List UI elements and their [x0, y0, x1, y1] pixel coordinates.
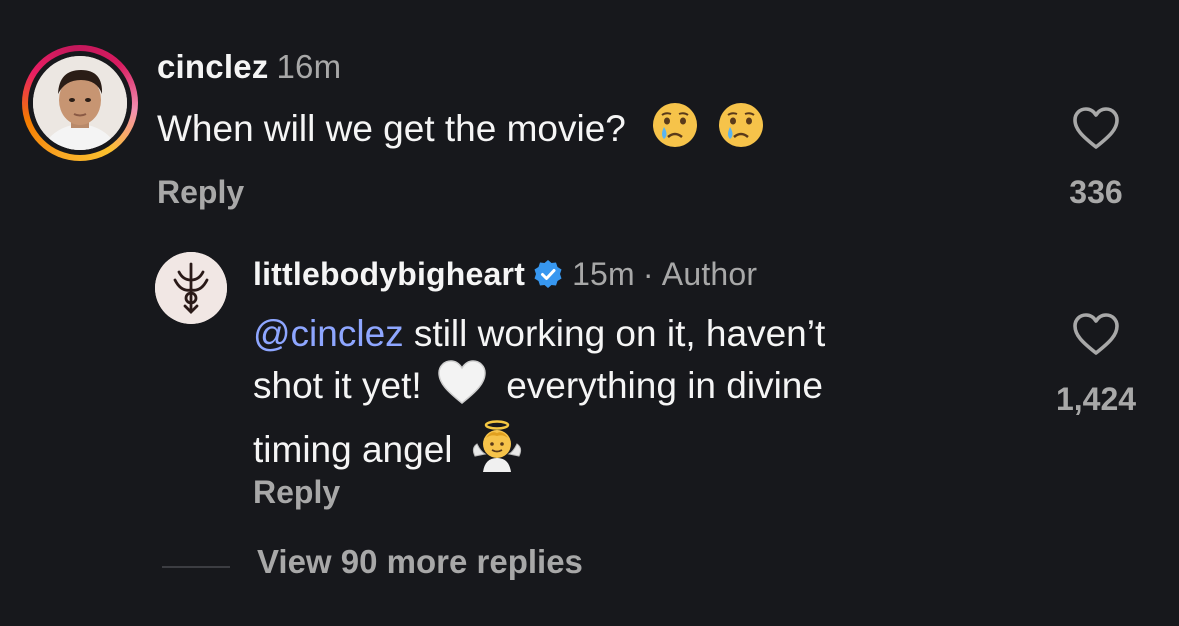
thread-divider: [162, 566, 230, 568]
reply-button[interactable]: Reply: [157, 174, 244, 211]
mention-cinclez[interactable]: @cinclez: [253, 313, 404, 354]
heart-icon[interactable]: [1072, 312, 1120, 356]
author-label: Author: [661, 256, 758, 292]
reply-body: @cinclez still working on it, haven’t sh…: [253, 310, 973, 486]
white-heart-emoji: [436, 358, 488, 418]
reply-line-1: @cinclez still working on it, haven’t: [253, 310, 973, 358]
reply-text-segment: timing angel: [253, 428, 453, 470]
crying-face-emoji: [716, 100, 766, 162]
reply-line-2: shot it yet! everything in divine: [253, 358, 973, 418]
like-count: 336: [1069, 174, 1123, 210]
story-ring-avatar-cinclez[interactable]: [22, 45, 138, 161]
avatar-cinclez: [33, 56, 127, 150]
crying-face-emoji: [650, 100, 700, 162]
meta-separator: ·: [642, 256, 654, 292]
reply-button[interactable]: Reply: [253, 474, 340, 511]
comment-header: cinclez 16m: [157, 48, 341, 86]
comments-thread: cinclez16m When will we get the movie?: [0, 0, 1179, 626]
reply-timestamp: 15m: [572, 256, 635, 292]
baby-angel-emoji: [469, 418, 525, 486]
like-count: 1,424: [1055, 381, 1137, 417]
heart-icon[interactable]: [1072, 106, 1120, 150]
username-littlebodybigheart[interactable]: littlebodybigheart: [253, 256, 525, 292]
view-more-replies-button[interactable]: View 90 more replies: [257, 543, 583, 581]
reply-text-segment: everything in divine: [506, 364, 823, 406]
username-cinclez[interactable]: cinclez: [157, 48, 268, 85]
comment-body: When will we get the movie?: [157, 100, 766, 162]
avatar-ring-gap: [28, 51, 132, 155]
reply-line-3: timing angel: [253, 418, 973, 486]
avatar-littlebodybigheart[interactable]: [155, 252, 227, 324]
comment-timestamp: 16m: [276, 48, 342, 85]
reply-header: littlebodybigheart 15m · Author: [253, 256, 757, 297]
reply-text-segment: still working on it, haven’t: [403, 313, 826, 354]
reply-text-segment: shot it yet!: [253, 364, 422, 406]
verified-badge-icon: [533, 259, 563, 297]
comment-text: When will we get the movie?: [157, 107, 626, 149]
